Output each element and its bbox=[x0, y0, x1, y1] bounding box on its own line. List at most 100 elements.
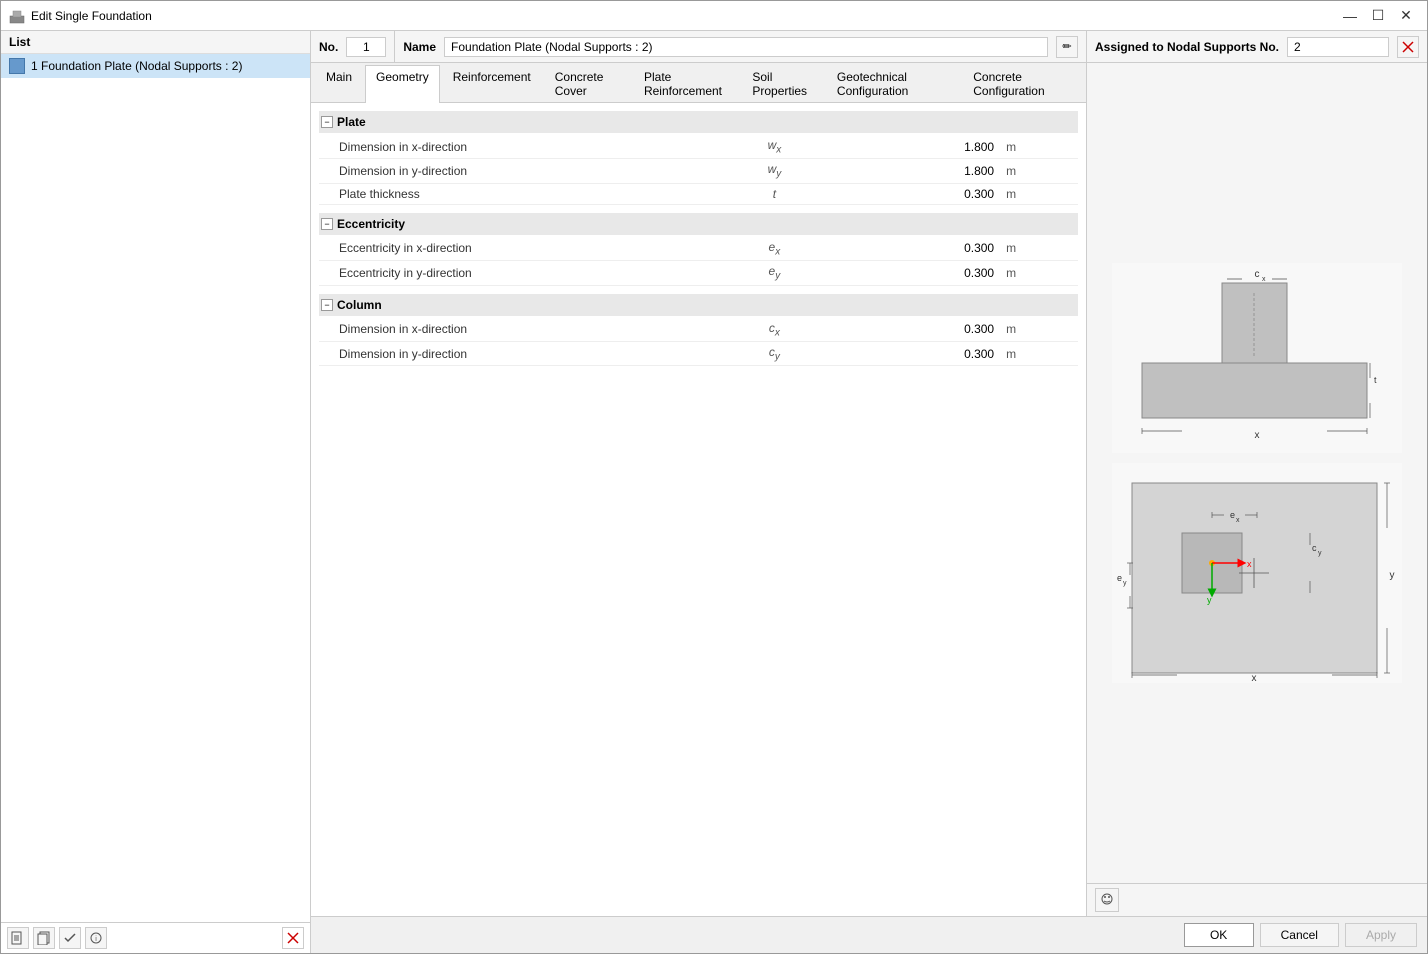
tab-plate-reinforcement[interactable]: Plate Reinforcement bbox=[633, 65, 739, 102]
copy-button[interactable] bbox=[33, 927, 55, 949]
plate-row-3-symbol: t bbox=[736, 183, 812, 204]
col-row-1-value: 0.300 bbox=[812, 318, 1002, 342]
ecc-row-1-symbol: ex bbox=[736, 237, 812, 261]
info-icon: i bbox=[89, 931, 103, 945]
new-button[interactable] bbox=[7, 927, 29, 949]
info-button[interactable]: i bbox=[85, 927, 107, 949]
plate-row-2-value: 1.800 bbox=[812, 159, 1002, 183]
col-row-2-symbol: cy bbox=[736, 341, 812, 365]
cancel-button[interactable]: Cancel bbox=[1260, 923, 1339, 947]
plate-section-header: − Plate bbox=[319, 111, 1078, 133]
eccentricity-section-title: Eccentricity bbox=[337, 217, 405, 231]
tab-concrete-cover[interactable]: Concrete Cover bbox=[544, 65, 631, 102]
tab-soil-properties[interactable]: Soil Properties bbox=[741, 65, 824, 102]
clear-icon bbox=[1402, 41, 1414, 53]
svg-text:y: y bbox=[1390, 570, 1395, 581]
svg-text:x: x bbox=[1247, 559, 1252, 569]
plate-row-3-unit: m bbox=[1002, 183, 1078, 204]
svg-text:y: y bbox=[1123, 580, 1127, 587]
ecc-row-2-value: 0.300 bbox=[812, 261, 1002, 285]
list-item-label: 1 Foundation Plate (Nodal Supports : 2) bbox=[31, 59, 242, 73]
delete-icon bbox=[286, 931, 300, 945]
eccentricity-collapse-button[interactable]: − bbox=[321, 218, 333, 230]
table-row: Dimension in x-direction cx 0.300 m bbox=[319, 318, 1078, 342]
plate-row-1-unit: m bbox=[1002, 135, 1078, 159]
column-section-title: Column bbox=[337, 298, 382, 312]
svg-text:x: x bbox=[1236, 517, 1240, 524]
main-window: Edit Single Foundation — ☐ ✕ List 1 Foun… bbox=[0, 0, 1428, 954]
close-button[interactable]: ✕ bbox=[1393, 3, 1419, 29]
col-row-2-value: 0.300 bbox=[812, 341, 1002, 365]
assigned-input[interactable] bbox=[1287, 37, 1389, 57]
ecc-row-2-label: Eccentricity in y-direction bbox=[319, 261, 736, 285]
name-input[interactable] bbox=[444, 37, 1048, 57]
tab-main[interactable]: Main bbox=[315, 65, 363, 102]
no-label: No. bbox=[319, 40, 338, 54]
bottom-bar: OK Cancel Apply bbox=[311, 916, 1427, 953]
content-area: Main Geometry Reinforcement Concrete Cov… bbox=[311, 63, 1427, 916]
eccentricity-table: Eccentricity in x-direction ex 0.300 m E… bbox=[319, 237, 1078, 286]
table-row: Dimension in y-direction wy 1.800 m bbox=[319, 159, 1078, 183]
check-button[interactable] bbox=[59, 927, 81, 949]
edit-name-button[interactable]: ✏ bbox=[1056, 36, 1078, 58]
side-view-diagram: c x t bbox=[1112, 263, 1402, 453]
plate-collapse-button[interactable]: − bbox=[321, 116, 333, 128]
foundation-icon bbox=[9, 58, 25, 74]
tabs: Main Geometry Reinforcement Concrete Cov… bbox=[311, 63, 1086, 103]
col-row-1-symbol: cx bbox=[736, 318, 812, 342]
ok-button[interactable]: OK bbox=[1184, 923, 1254, 947]
svg-text:y: y bbox=[1207, 595, 1212, 605]
plate-row-1-symbol: wx bbox=[736, 135, 812, 159]
plate-table: Dimension in x-direction wx 1.800 m Dime… bbox=[319, 135, 1078, 205]
no-value: 1 bbox=[346, 37, 386, 57]
app-icon bbox=[9, 8, 25, 24]
minimize-button[interactable]: — bbox=[1337, 3, 1363, 29]
top-view-diagram: x y c y bbox=[1112, 463, 1402, 683]
diagram-toolbar bbox=[1087, 883, 1427, 916]
assigned-label: Assigned to Nodal Supports No. bbox=[1095, 40, 1279, 54]
plate-row-1-label: Dimension in x-direction bbox=[319, 135, 736, 159]
plate-row-2-symbol: wy bbox=[736, 159, 812, 183]
table-row: Plate thickness t 0.300 m bbox=[319, 183, 1078, 204]
form-panel: Main Geometry Reinforcement Concrete Cov… bbox=[311, 63, 1087, 916]
form-body: − Plate Dimension in x-direction wx 1.80… bbox=[311, 103, 1086, 916]
delete-button[interactable] bbox=[282, 927, 304, 949]
maximize-button[interactable]: ☐ bbox=[1365, 3, 1391, 29]
titlebar: Edit Single Foundation — ☐ ✕ bbox=[1, 1, 1427, 31]
left-panel: List 1 Foundation Plate (Nodal Supports … bbox=[1, 31, 311, 953]
svg-text:c: c bbox=[1312, 543, 1317, 553]
check-icon bbox=[63, 931, 77, 945]
diagram-tool-icon bbox=[1100, 892, 1114, 906]
copy-icon bbox=[37, 931, 51, 945]
col-row-2-label: Dimension in y-direction bbox=[319, 341, 736, 365]
tab-geotechnical-configuration[interactable]: Geotechnical Configuration bbox=[826, 65, 960, 102]
svg-text:e: e bbox=[1230, 510, 1235, 520]
ecc-row-1-unit: m bbox=[1002, 237, 1078, 261]
assigned-clear-button[interactable] bbox=[1397, 36, 1419, 58]
ecc-row-2-unit: m bbox=[1002, 261, 1078, 285]
svg-text:x: x bbox=[1252, 673, 1257, 683]
svg-text:c: c bbox=[1255, 269, 1260, 280]
table-row: Eccentricity in x-direction ex 0.300 m bbox=[319, 237, 1078, 261]
plate-row-2-label: Dimension in y-direction bbox=[319, 159, 736, 183]
tab-geometry[interactable]: Geometry bbox=[365, 65, 440, 103]
diagram-panel: c x t bbox=[1087, 63, 1427, 916]
list-item[interactable]: 1 Foundation Plate (Nodal Supports : 2) bbox=[1, 54, 310, 78]
tab-concrete-configuration[interactable]: Concrete Configuration bbox=[962, 65, 1080, 102]
svg-text:i: i bbox=[95, 936, 97, 943]
list-header: List bbox=[1, 31, 310, 54]
column-table: Dimension in x-direction cx 0.300 m Dime… bbox=[319, 318, 1078, 367]
apply-button[interactable]: Apply bbox=[1345, 923, 1417, 947]
diagram-tool-button[interactable] bbox=[1095, 888, 1119, 912]
svg-text:t: t bbox=[1374, 375, 1377, 385]
table-row: Dimension in x-direction wx 1.800 m bbox=[319, 135, 1078, 159]
plate-row-3-label: Plate thickness bbox=[319, 183, 736, 204]
svg-text:e: e bbox=[1117, 573, 1122, 583]
plate-row-2-unit: m bbox=[1002, 159, 1078, 183]
col-row-1-label: Dimension in x-direction bbox=[319, 318, 736, 342]
column-collapse-button[interactable]: − bbox=[321, 299, 333, 311]
list-toolbar: i bbox=[1, 922, 310, 953]
new-icon bbox=[11, 931, 25, 945]
window-controls: — ☐ ✕ bbox=[1337, 3, 1419, 29]
tab-reinforcement[interactable]: Reinforcement bbox=[442, 65, 542, 102]
